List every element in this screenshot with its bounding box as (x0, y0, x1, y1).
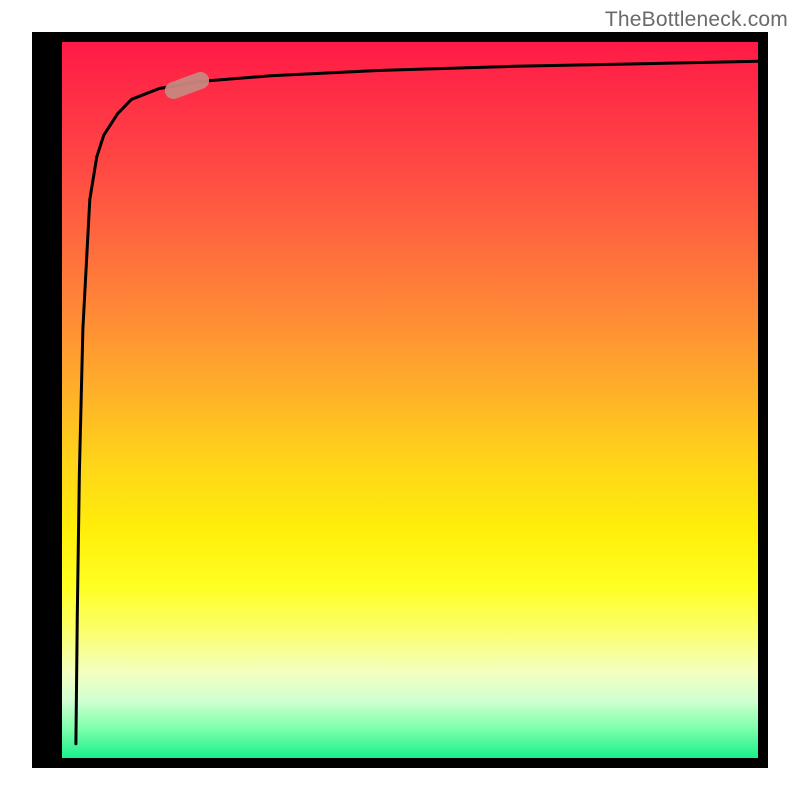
chart-frame (32, 32, 768, 768)
curve-line (62, 42, 758, 758)
stage: TheBottleneck.com (0, 0, 800, 800)
plot-area (62, 42, 758, 758)
watermark-text: TheBottleneck.com (605, 8, 788, 32)
